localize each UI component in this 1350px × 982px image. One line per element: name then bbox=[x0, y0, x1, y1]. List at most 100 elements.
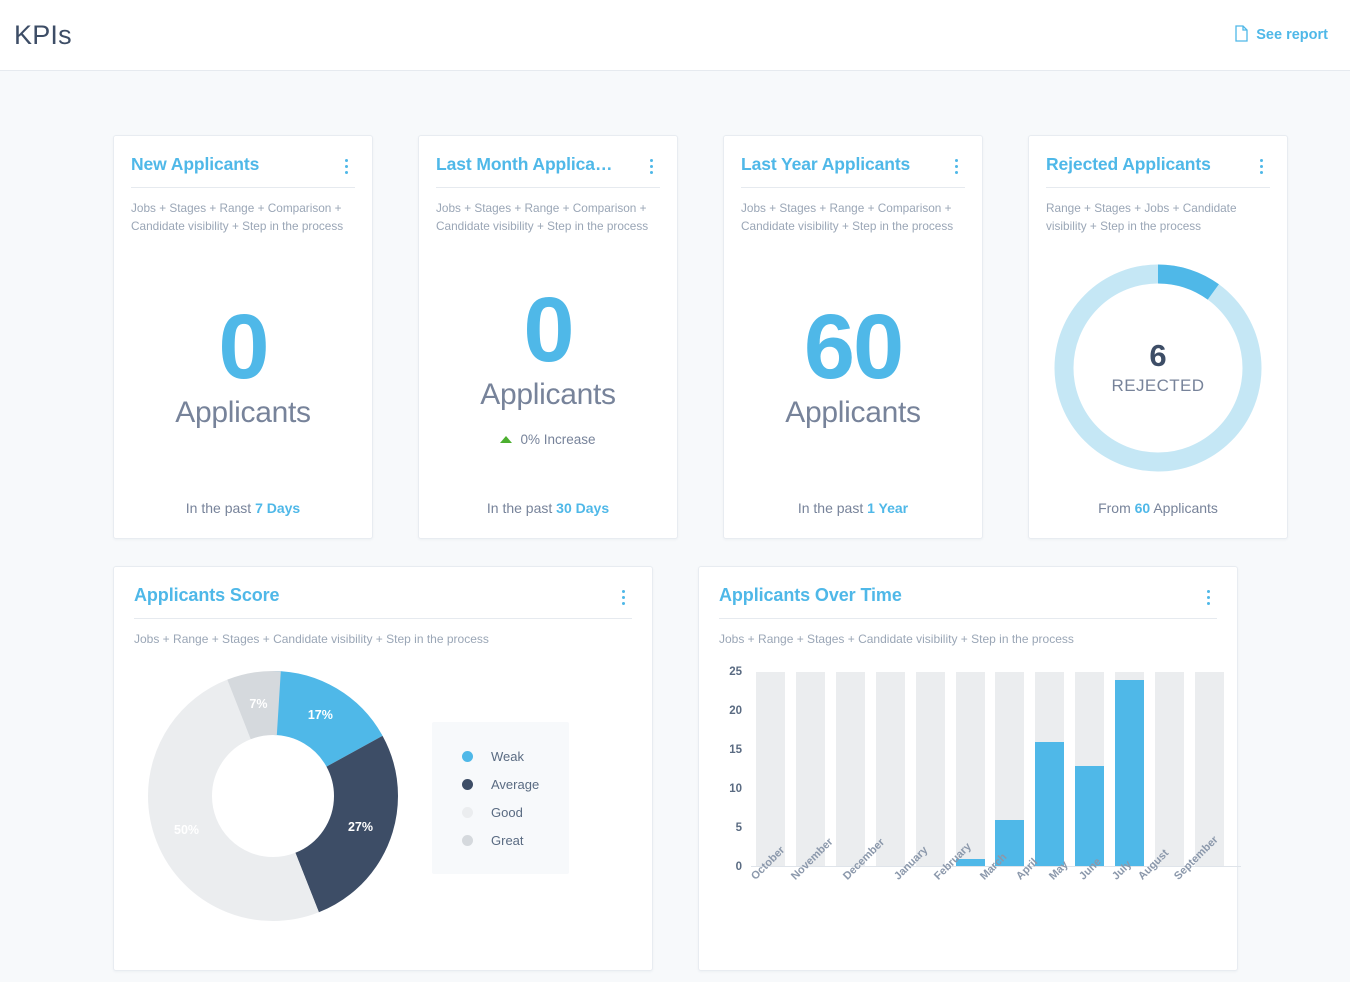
bar-track bbox=[955, 672, 985, 867]
kpi-value: 0 bbox=[523, 278, 574, 381]
legend-label: Average bbox=[491, 776, 540, 792]
card-header: Last Year Applicants bbox=[741, 154, 965, 175]
y-axis-tick: 20 bbox=[729, 705, 742, 717]
kpi-footer-value: 60 bbox=[1134, 500, 1151, 516]
card-menu-button[interactable] bbox=[337, 154, 355, 174]
kpi-card-last-year-applicants[interactable]: Last Year Applicants Jobs + Stages + Ran… bbox=[723, 135, 983, 539]
card-menu-button[interactable] bbox=[947, 154, 965, 174]
chart-card-applicants-score[interactable]: Applicants Score Jobs + Range + Stages +… bbox=[113, 566, 653, 971]
kpi-card-rejected-applicants[interactable]: Rejected Applicants Range + Stages + Job… bbox=[1028, 135, 1288, 539]
legend-item[interactable]: Average bbox=[462, 770, 539, 798]
kpi-footer-prefix: From bbox=[1098, 500, 1131, 516]
x-label-slot: March bbox=[978, 851, 1011, 886]
legend-item[interactable]: Weak bbox=[462, 742, 539, 770]
card-title: New Applicants bbox=[131, 154, 260, 174]
score-donut-svg bbox=[148, 670, 398, 921]
card-subtitle: Jobs + Stages + Range + Comparison + Can… bbox=[131, 201, 344, 233]
bar-track bbox=[756, 672, 786, 867]
bar-fill bbox=[1075, 765, 1105, 867]
card-header: Rejected Applicants bbox=[1046, 154, 1270, 175]
kpi-body: 0 Applicants bbox=[131, 235, 355, 500]
card-title: Applicants Score bbox=[134, 585, 280, 605]
kpi-footer-prefix: In the past bbox=[797, 500, 864, 516]
x-label-slot: December bbox=[841, 836, 894, 886]
kpi-unit: Applicants bbox=[480, 378, 616, 412]
bar-slot[interactable] bbox=[1149, 672, 1189, 867]
legend-color-swatch bbox=[462, 750, 473, 762]
bar-slot[interactable] bbox=[1070, 672, 1110, 867]
kpi-footer: In the past 30 Days bbox=[436, 500, 660, 538]
x-label-slot: May bbox=[1043, 859, 1075, 886]
bar-slot[interactable] bbox=[831, 672, 871, 867]
x-label-slot: September bbox=[1172, 834, 1229, 886]
score-legend: Weak Average Good Great bbox=[432, 722, 570, 874]
slice-label-good: 50% bbox=[174, 822, 200, 837]
bar-fill bbox=[1114, 679, 1144, 867]
slice-label-weak: 17% bbox=[307, 708, 333, 723]
trend-up-icon bbox=[500, 436, 513, 444]
slice-label-average: 27% bbox=[347, 820, 374, 834]
kpi-value: 60 bbox=[803, 296, 904, 399]
card-subtitle: Jobs + Range + Stages + Candidate visibi… bbox=[719, 632, 1074, 646]
card-menu-button[interactable] bbox=[1199, 585, 1217, 605]
bar-slot[interactable] bbox=[1109, 672, 1149, 867]
bar-track bbox=[796, 672, 826, 867]
chart-card-applicants-over-time[interactable]: Applicants Over Time Jobs + Range + Stag… bbox=[698, 566, 1241, 971]
legend-color-swatch bbox=[462, 778, 473, 790]
legend-color-swatch bbox=[462, 806, 473, 818]
kpi-footer-value: 1 Year bbox=[867, 500, 909, 516]
kpi-change-indicator: 0% Increase bbox=[500, 432, 596, 448]
rejected-count: 6 bbox=[1149, 338, 1167, 374]
bar-track bbox=[995, 672, 1025, 867]
card-header: New Applicants bbox=[131, 154, 355, 175]
applicants-over-time-chart: 0 5 10 15 20 25 October November December Januar… bbox=[719, 662, 1241, 952]
x-axis-labels: October November December January February Ma… bbox=[749, 834, 1229, 886]
card-subtitle: Jobs + Stages + Range + Comparison + Can… bbox=[436, 201, 649, 233]
kpi-unit: Applicants bbox=[175, 395, 311, 429]
card-menu-button[interactable] bbox=[1252, 154, 1270, 174]
top-bar: KPIs See report bbox=[0, 0, 1350, 71]
x-label-slot: August bbox=[1136, 847, 1174, 886]
bar-track bbox=[1075, 672, 1105, 867]
x-label-slot: January bbox=[892, 844, 934, 886]
divider bbox=[131, 187, 355, 188]
bar-slot[interactable] bbox=[1030, 672, 1070, 867]
legend-item[interactable]: Good bbox=[462, 798, 539, 826]
bar-plot-area: 0 5 10 15 20 25 bbox=[729, 666, 1241, 873]
card-title: Last Year Applicants bbox=[741, 154, 911, 174]
kpi-footer: From 60 Applicants bbox=[1046, 500, 1270, 538]
bar-track bbox=[1114, 672, 1144, 867]
y-axis-tick: 25 bbox=[729, 666, 742, 678]
card-title: Applicants Over Time bbox=[719, 585, 902, 605]
divider bbox=[1046, 187, 1270, 188]
legend-label: Great bbox=[491, 832, 524, 848]
bar-slot[interactable] bbox=[910, 672, 950, 867]
divider bbox=[741, 187, 965, 188]
kpi-card-new-applicants[interactable]: New Applicants Jobs + Stages + Range + C… bbox=[113, 135, 373, 539]
donut-center-text: 6 REJECTED bbox=[1112, 339, 1205, 395]
kpi-footer-prefix: In the past bbox=[486, 500, 553, 516]
legend-item[interactable]: Great bbox=[462, 826, 539, 854]
kpi-change-label: 0% Increase bbox=[520, 432, 596, 448]
x-label-slot: February bbox=[932, 841, 979, 886]
dashboard-content: New Applicants Jobs + Stages + Range + C… bbox=[0, 71, 1350, 971]
y-axis-tick: 0 bbox=[735, 861, 742, 873]
legend-label: Good bbox=[491, 804, 523, 820]
card-header: Applicants Over Time bbox=[719, 585, 1217, 606]
bar-track bbox=[836, 672, 866, 867]
x-label-slot: July bbox=[1106, 858, 1138, 886]
bar-series bbox=[751, 672, 1229, 867]
card-menu-button[interactable] bbox=[642, 154, 660, 174]
divider bbox=[719, 618, 1217, 619]
rejected-label: REJECTED bbox=[1111, 375, 1205, 395]
kpi-footer: In the past 7 Days bbox=[131, 500, 355, 538]
card-menu-button[interactable] bbox=[614, 585, 632, 605]
bar-slot[interactable] bbox=[950, 672, 990, 867]
kpi-body: 0 Applicants 0% Increase bbox=[436, 235, 660, 500]
rejected-donut-chart: 6 REJECTED bbox=[1046, 235, 1270, 500]
bar-slot[interactable] bbox=[751, 672, 791, 867]
bar-track bbox=[1154, 672, 1184, 867]
kpi-card-last-month-applicants[interactable]: Last Month Applica… Jobs + Stages + Rang… bbox=[418, 135, 678, 539]
see-report-link[interactable]: See report bbox=[1234, 24, 1328, 46]
bar-slot[interactable] bbox=[990, 672, 1030, 867]
